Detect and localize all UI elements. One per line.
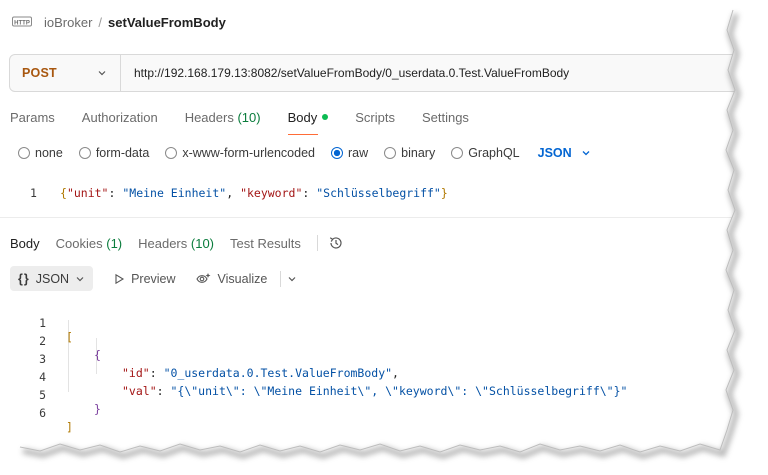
tab-params[interactable]: Params <box>10 110 55 125</box>
chevron-down-icon <box>76 276 84 281</box>
breadcrumb-separator: / <box>98 14 103 30</box>
json-key: "unit" <box>66 186 109 200</box>
tab-headers[interactable]: Headers (10) <box>185 110 261 125</box>
radio-circle-selected <box>331 147 343 159</box>
visualize-label: Visualize <box>217 271 268 286</box>
request-tabs: Params Authorization Headers (10) Body S… <box>10 110 496 135</box>
tab-label: Body <box>287 110 318 125</box>
radio-circle <box>78 147 91 159</box>
tab-settings[interactable]: Settings <box>422 110 469 125</box>
tab-authorization[interactable]: Authorization <box>82 110 158 125</box>
json-punct: : <box>302 186 317 200</box>
divider <box>316 235 318 251</box>
radio-binary[interactable]: binary <box>384 146 435 160</box>
visualize-button[interactable]: Visualize <box>195 271 268 286</box>
resp-tab-headers[interactable]: Headers (10) <box>138 236 214 251</box>
tab-label: Headers <box>184 110 234 125</box>
json-punct: , <box>226 186 241 200</box>
tab-label: Authorization <box>81 110 158 125</box>
play-icon <box>115 273 125 284</box>
code-line: 3 "id": "0_userdata.0.Test.ValueFromBody… <box>0 338 735 380</box>
radio-label: x-www-form-urlencoded <box>182 146 315 160</box>
cookies-count: (1) <box>106 235 123 251</box>
body-format-label: JSON <box>537 146 572 160</box>
radio-label: binary <box>401 146 436 160</box>
chevron-down-icon <box>98 71 106 76</box>
radio-graphql[interactable]: GraphQL <box>451 146 520 160</box>
json-string: "Schlüsselbegriff" <box>316 186 441 200</box>
tab-label: Body <box>10 235 40 251</box>
line-number: 1 <box>30 186 37 200</box>
json-key: "keyword" <box>240 186 303 200</box>
chevron-down-icon[interactable] <box>287 274 297 284</box>
tab-label: Params <box>10 110 55 125</box>
workspace-name[interactable]: ioBroker <box>44 15 92 30</box>
radio-circle <box>451 147 464 159</box>
url-bar: POST http://192.168.179.13:8082/setValue… <box>9 54 735 92</box>
body-format-select[interactable]: JSON <box>538 146 591 160</box>
headers-count: (10) <box>237 110 261 125</box>
radio-none[interactable]: none <box>18 146 63 160</box>
code-line: 4 "val": "{\"unit\": \"Meine Einheit\", … <box>0 356 735 398</box>
radio-label: GraphQL <box>468 146 520 160</box>
resp-tab-test-results[interactable]: Test Results <box>230 236 301 251</box>
request-name[interactable]: setValueFromBody <box>108 15 226 30</box>
json-string: "Meine Einheit" <box>122 186 227 200</box>
method-label: POST <box>22 66 57 80</box>
request-body-editor[interactable]: 1 {"unit": "Meine Einheit", "keyword": "… <box>0 178 735 218</box>
code-line: 6 ] <box>0 392 735 434</box>
chevron-down-icon <box>582 151 590 156</box>
method-select[interactable]: POST <box>10 55 121 91</box>
code-line: 5 } <box>0 374 735 416</box>
postman-window: HTTP ioBroker / setValueFromBody POST ht… <box>0 0 735 452</box>
response-format-label: JSON <box>35 271 70 286</box>
code-line: 1 [ <box>0 302 735 344</box>
tab-label: Headers <box>138 235 188 251</box>
code-line: {"unit": "Meine Einheit", "keyword": "Sc… <box>60 186 448 200</box>
history-icon[interactable] <box>328 235 344 251</box>
radio-label: form-data <box>95 146 150 160</box>
resp-headers-count: (10) <box>190 235 215 251</box>
radio-form-data[interactable]: form-data <box>78 146 150 160</box>
radio-label: none <box>35 146 63 160</box>
preview-button[interactable]: Preview <box>113 271 176 286</box>
body-type-selector: none form-data x-www-form-urlencoded raw… <box>18 146 591 160</box>
response-toolbar: {} JSON Preview Visualize <box>10 266 297 291</box>
code-line: 2 { <box>0 320 735 362</box>
tab-label: Test Results <box>230 235 301 251</box>
json-brace: } <box>440 186 448 200</box>
resp-tab-body[interactable]: Body <box>10 236 40 251</box>
radio-x-www-form-urlencoded[interactable]: x-www-form-urlencoded <box>165 146 315 160</box>
radio-circle <box>18 147 30 159</box>
svg-text:HTTP: HTTP <box>14 21 30 27</box>
tab-label: Cookies <box>55 235 103 251</box>
tab-body[interactable]: Body <box>287 110 329 135</box>
response-body-viewer[interactable]: 1 [ 2 { 3 "id": "0_userdata.0.Test.Value… <box>0 300 735 434</box>
radio-circle <box>165 147 178 159</box>
response-format-select[interactable]: {} JSON <box>10 266 94 291</box>
body-indicator-dot <box>322 114 329 120</box>
breadcrumb: HTTP ioBroker / setValueFromBody <box>12 12 226 32</box>
json-brace: { <box>60 186 67 200</box>
visualize-icon <box>195 272 211 283</box>
url-input[interactable]: http://192.168.179.13:8082/setValueFromB… <box>121 66 569 80</box>
response-tabs: Body Cookies (1) Headers (10) Test Resul… <box>10 235 344 251</box>
radio-raw[interactable]: raw <box>331 146 368 160</box>
json-bracket: ] <box>66 420 73 434</box>
tab-scripts[interactable]: Scripts <box>355 110 395 125</box>
tab-label: Settings <box>421 110 469 125</box>
resp-tab-cookies[interactable]: Cookies (1) <box>56 236 122 251</box>
preview-label: Preview <box>131 271 176 286</box>
divider <box>280 270 282 287</box>
tab-label: Scripts <box>355 110 395 125</box>
radio-label: raw <box>348 146 369 160</box>
braces-icon: {} <box>18 271 30 286</box>
http-icon: HTTP <box>12 16 32 27</box>
radio-circle <box>384 147 397 159</box>
json-punct: : <box>108 186 123 200</box>
line-number: 6 <box>39 406 46 420</box>
